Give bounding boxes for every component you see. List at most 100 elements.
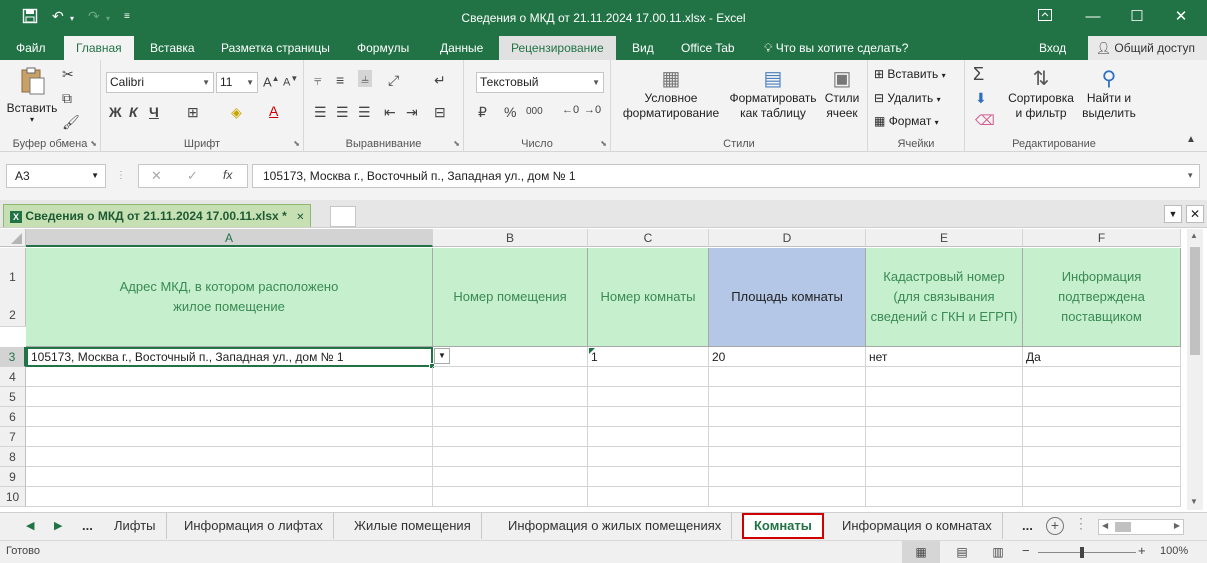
empty-cell[interactable] [866, 427, 1023, 447]
empty-cell[interactable] [588, 387, 709, 407]
sheet-tab-residential-info[interactable]: Информация о жилых помещениях [498, 513, 733, 539]
zoom-level[interactable]: 100% [1160, 545, 1188, 557]
sheet-tab-more-right[interactable]: ... [1012, 513, 1043, 539]
empty-cell[interactable] [26, 427, 433, 447]
cell-c3[interactable]: 1 [588, 347, 709, 367]
tab-page-layout[interactable]: Разметка страницы [209, 36, 342, 60]
collapse-ribbon-icon[interactable]: ▲ [1186, 134, 1196, 145]
header-cell-apartment-number[interactable]: Номер помещения [433, 248, 588, 347]
clipboard-launcher-icon[interactable]: ⬊ [90, 139, 97, 148]
insert-cells-button[interactable]: ⊞ Вставить ▾ [874, 67, 946, 81]
align-right-icon[interactable]: ☰ [358, 104, 371, 121]
tab-formulas[interactable]: Формулы [345, 36, 421, 60]
scroll-up-icon[interactable]: ▲ [1190, 231, 1198, 240]
workbook-list-icon[interactable]: ▼ [1164, 205, 1182, 223]
page-layout-view-icon[interactable]: ▤ [952, 541, 972, 563]
empty-cell[interactable] [866, 387, 1023, 407]
header-cell-supplier-confirmed[interactable]: Информация подтверждена поставщиком [1023, 248, 1181, 347]
empty-cell[interactable] [709, 487, 866, 507]
row-header-9[interactable]: 9 [0, 467, 26, 487]
tab-insert[interactable]: Вставка [138, 36, 207, 60]
empty-cell[interactable] [1023, 447, 1181, 467]
empty-cell[interactable] [26, 447, 433, 467]
align-middle-icon[interactable]: ≡ [336, 72, 344, 88]
paste-button[interactable]: Вставить ▾ [4, 66, 60, 124]
header-cell-cadastral-number[interactable]: Кадастровый номер (для связывания сведен… [866, 248, 1023, 347]
thousands-button[interactable]: 000 [526, 106, 543, 117]
zoom-out-button[interactable]: − [1022, 543, 1030, 558]
workbook-tab[interactable]: X Сведения о МКД от 21.11.2024 17.00.11.… [3, 204, 312, 227]
delete-cells-button[interactable]: ⊟ Удалить ▾ [874, 91, 941, 105]
clear-icon[interactable]: ⌫ [975, 112, 995, 129]
empty-cell[interactable] [26, 387, 433, 407]
scroll-sheets-left-icon[interactable]: ◀ [26, 519, 34, 532]
cell-e3[interactable]: нет [866, 347, 1023, 367]
cell-d3[interactable]: 20 [709, 347, 866, 367]
column-header-c[interactable]: C [588, 229, 709, 247]
autosum-icon[interactable]: Σ [973, 64, 984, 85]
empty-cell[interactable] [26, 367, 433, 387]
percent-button[interactable]: % [504, 104, 516, 120]
tab-file[interactable]: Файл [4, 36, 58, 60]
zoom-in-button[interactable]: + [1138, 543, 1146, 558]
insert-function-button[interactable]: fx [223, 168, 232, 182]
column-header-e[interactable]: E [866, 229, 1023, 247]
align-center-icon[interactable]: ☰ [336, 104, 349, 121]
sheet-tab-rooms[interactable]: Комнаты [742, 513, 824, 539]
cell-a3[interactable]: 105173, Москва г., Восточный п., Западна… [26, 347, 433, 367]
empty-cell[interactable] [866, 447, 1023, 467]
number-launcher-icon[interactable]: ⬊ [600, 139, 607, 148]
empty-cell[interactable] [1023, 467, 1181, 487]
empty-cell[interactable] [709, 367, 866, 387]
cancel-entry-icon[interactable]: ✕ [151, 168, 162, 184]
copy-icon[interactable]: ⧉ [62, 90, 72, 107]
cell-styles-button[interactable]: ▣ Стили ячеек [819, 66, 865, 121]
shrink-font-icon[interactable]: A▼ [283, 74, 298, 89]
row-header-3[interactable]: 3 [0, 347, 26, 367]
tab-view[interactable]: Вид [620, 36, 666, 60]
empty-cell[interactable] [588, 407, 709, 427]
cell-b3[interactable] [433, 347, 588, 367]
scroll-down-icon[interactable]: ▼ [1190, 497, 1198, 506]
empty-cell[interactable] [866, 367, 1023, 387]
empty-cell[interactable] [866, 407, 1023, 427]
currency-button[interactable]: ₽ [478, 104, 487, 121]
borders-icon[interactable]: ⊞ [187, 104, 199, 121]
scroll-sheets-right-icon[interactable]: ▶ [54, 519, 62, 532]
format-cells-button[interactable]: ▦ Формат ▾ [874, 114, 939, 128]
empty-cell[interactable] [26, 487, 433, 507]
scroll-left-icon[interactable]: ◀ [1102, 521, 1108, 530]
empty-cell[interactable] [1023, 367, 1181, 387]
underline-button[interactable]: Ч [149, 104, 159, 120]
scroll-right-icon[interactable]: ▶ [1174, 521, 1180, 530]
page-break-view-icon[interactable]: ▥ [988, 541, 1008, 563]
empty-cell[interactable] [433, 367, 588, 387]
cell-f3[interactable]: Да [1023, 347, 1181, 367]
empty-cell[interactable] [709, 427, 866, 447]
increase-indent-icon[interactable]: ⇥ [406, 104, 418, 121]
empty-cell[interactable] [26, 407, 433, 427]
conditional-formatting-button[interactable]: ▦ Условное форматирование [617, 66, 725, 121]
empty-cell[interactable] [1023, 427, 1181, 447]
empty-cell[interactable] [709, 447, 866, 467]
expand-formula-icon[interactable]: ▾ [1188, 170, 1193, 181]
formula-input[interactable]: 105173, Москва г., Восточный п., Западна… [252, 164, 1200, 188]
empty-cell[interactable] [433, 387, 588, 407]
vertical-scroll-thumb[interactable] [1190, 247, 1200, 355]
font-launcher-icon[interactable]: ⬊ [293, 139, 300, 148]
empty-cell[interactable] [588, 447, 709, 467]
vertical-scrollbar[interactable]: ▲ ▼ [1187, 229, 1203, 510]
empty-cell[interactable] [1023, 387, 1181, 407]
empty-cell[interactable] [588, 367, 709, 387]
normal-view-icon[interactable]: ▦ [902, 541, 940, 563]
cut-icon[interactable]: ✂ [62, 66, 74, 83]
empty-cell[interactable] [709, 407, 866, 427]
alignment-launcher-icon[interactable]: ⬊ [453, 139, 460, 148]
column-header-a[interactable]: A [26, 229, 433, 247]
close-tab-icon[interactable]: ✕ [296, 212, 304, 223]
sheet-tab-lift-info[interactable]: Информация о лифтах [174, 513, 334, 539]
empty-cell[interactable] [588, 467, 709, 487]
name-box[interactable]: A3 ▼ [6, 164, 106, 188]
row-header-4[interactable]: 4 [0, 367, 26, 387]
font-color-icon[interactable]: A [269, 103, 278, 119]
